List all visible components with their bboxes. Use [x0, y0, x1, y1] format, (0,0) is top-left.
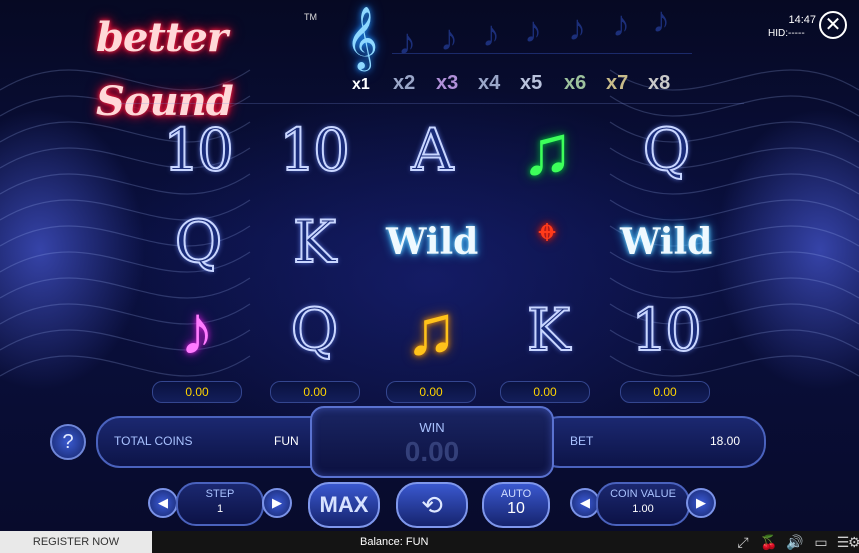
reel-5-symbol-1: Q: [642, 115, 692, 185]
arrow-left-icon: ◀: [580, 495, 590, 510]
cherries-icon[interactable]: 🍒: [760, 533, 778, 551]
help-button[interactable]: ?: [50, 424, 86, 460]
column-win-3: 0.00: [386, 381, 476, 403]
multiplier-5: x5: [520, 72, 543, 94]
multiplier-1: x1: [352, 76, 370, 93]
staff-note-icon: ♪: [524, 9, 542, 50]
total-coins-panel: TOTAL COINS FUN: [96, 416, 336, 468]
settings-icon[interactable]: ⚙: [848, 533, 859, 551]
hid-label: HID:-----: [768, 28, 805, 39]
reel-3-symbol-1: A: [411, 115, 455, 185]
total-coins-label: TOTAL COINS: [114, 434, 193, 448]
multiplier-6: x6: [564, 72, 587, 94]
bet-value: 18.00: [710, 434, 741, 448]
auto-spin-button[interactable]: AUTO 10: [482, 482, 550, 528]
reel-4-symbol-1: ♫: [520, 111, 574, 189]
multiplier-7: x7: [606, 72, 629, 94]
staff-note-icon: ♪: [652, 0, 670, 40]
step-decrease-button[interactable]: ◀: [148, 488, 178, 518]
bet-label: BET: [570, 434, 594, 448]
reel-5-symbol-2: Wild: [620, 221, 713, 263]
reel-4-symbol-2: 𝄌: [538, 215, 556, 268]
clock: 14:47: [788, 14, 816, 26]
register-button[interactable]: REGISTER NOW: [0, 531, 152, 553]
reel-5-symbol-3: 10: [630, 295, 703, 365]
close-icon: ✕: [824, 14, 842, 36]
arrow-right-icon: ▶: [696, 495, 706, 510]
step-value: 1: [216, 503, 224, 515]
spin-icon: ⟲: [421, 490, 443, 520]
multiplier-4: x4: [478, 72, 501, 94]
treble-clef-icon: 𝄞: [346, 8, 378, 68]
reel-4-symbol-3: K: [526, 295, 571, 365]
step-increase-button[interactable]: ▶: [262, 488, 292, 518]
auto-label: AUTO: [500, 488, 532, 500]
reel-2-symbol-1: 10: [278, 115, 351, 185]
staff-note-icon: ♪: [568, 7, 586, 48]
coin-value-label: COIN VALUE: [610, 488, 676, 500]
step-label: STEP: [205, 488, 235, 500]
staff-note-icon: ♪: [398, 21, 416, 62]
paytable-icon[interactable]: ▭: [812, 533, 830, 551]
multiplier-8: x8: [648, 72, 671, 94]
staff-note-icon: ♪: [440, 17, 458, 58]
game-stage: better Sound TM 𝄞 ♪ ♪ ♪ ♪ ♪ ♪ ♪ x1 x2 x3 x4 x5 x6 x7…: [0, 0, 859, 531]
close-button[interactable]: ✕: [819, 11, 847, 39]
max-bet-button[interactable]: MAX: [308, 482, 380, 528]
column-win-2: 0.00: [270, 381, 360, 403]
win-label: WIN: [419, 420, 445, 435]
staff-note-icon: ♪: [612, 3, 630, 44]
arrow-left-icon: ◀: [158, 495, 168, 510]
win-value: 0.00: [404, 436, 460, 467]
reel-1-symbol-2: Q: [174, 207, 224, 277]
reel-2-symbol-3: Q: [290, 295, 340, 365]
balance-text: Balance: FUN: [360, 536, 429, 548]
auto-value: 10: [507, 500, 525, 517]
game-logo: better Sound: [96, 14, 234, 125]
step-display: STEP 1: [176, 482, 264, 526]
sound-icon[interactable]: 🔊: [786, 533, 804, 551]
coin-value-display: COIN VALUE 1.00: [596, 482, 690, 526]
column-win-1: 0.00: [152, 381, 242, 403]
staff-line: [392, 53, 692, 54]
divider: [120, 103, 744, 104]
coin-value-increase-button[interactable]: ▶: [686, 488, 716, 518]
staff-note-icon: ♪: [482, 13, 500, 54]
coin-value: 1.00: [632, 503, 654, 515]
total-coins-value: FUN: [274, 434, 299, 448]
reel-2-symbol-2: K: [292, 207, 337, 277]
column-win-4: 0.00: [500, 381, 590, 403]
reel-3-symbol-3: ♫: [404, 291, 458, 369]
column-win-5: 0.00: [620, 381, 710, 403]
arrow-right-icon: ▶: [272, 495, 282, 510]
win-display: WIN 0.00: [310, 406, 554, 478]
reel-3-symbol-2: Wild: [386, 221, 479, 263]
multiplier-3: x3: [436, 72, 459, 94]
reel-1-symbol-1: 10: [162, 115, 235, 185]
max-label: MAX: [319, 492, 369, 517]
multiplier-2: x2: [393, 72, 416, 94]
trademark-mark: TM: [304, 12, 317, 22]
spin-button[interactable]: ⟲: [396, 482, 468, 528]
bet-panel: BET 18.00: [536, 416, 766, 468]
fullscreen-icon[interactable]: ⤢: [734, 533, 752, 551]
reel-1-symbol-3: ♪: [179, 291, 215, 369]
